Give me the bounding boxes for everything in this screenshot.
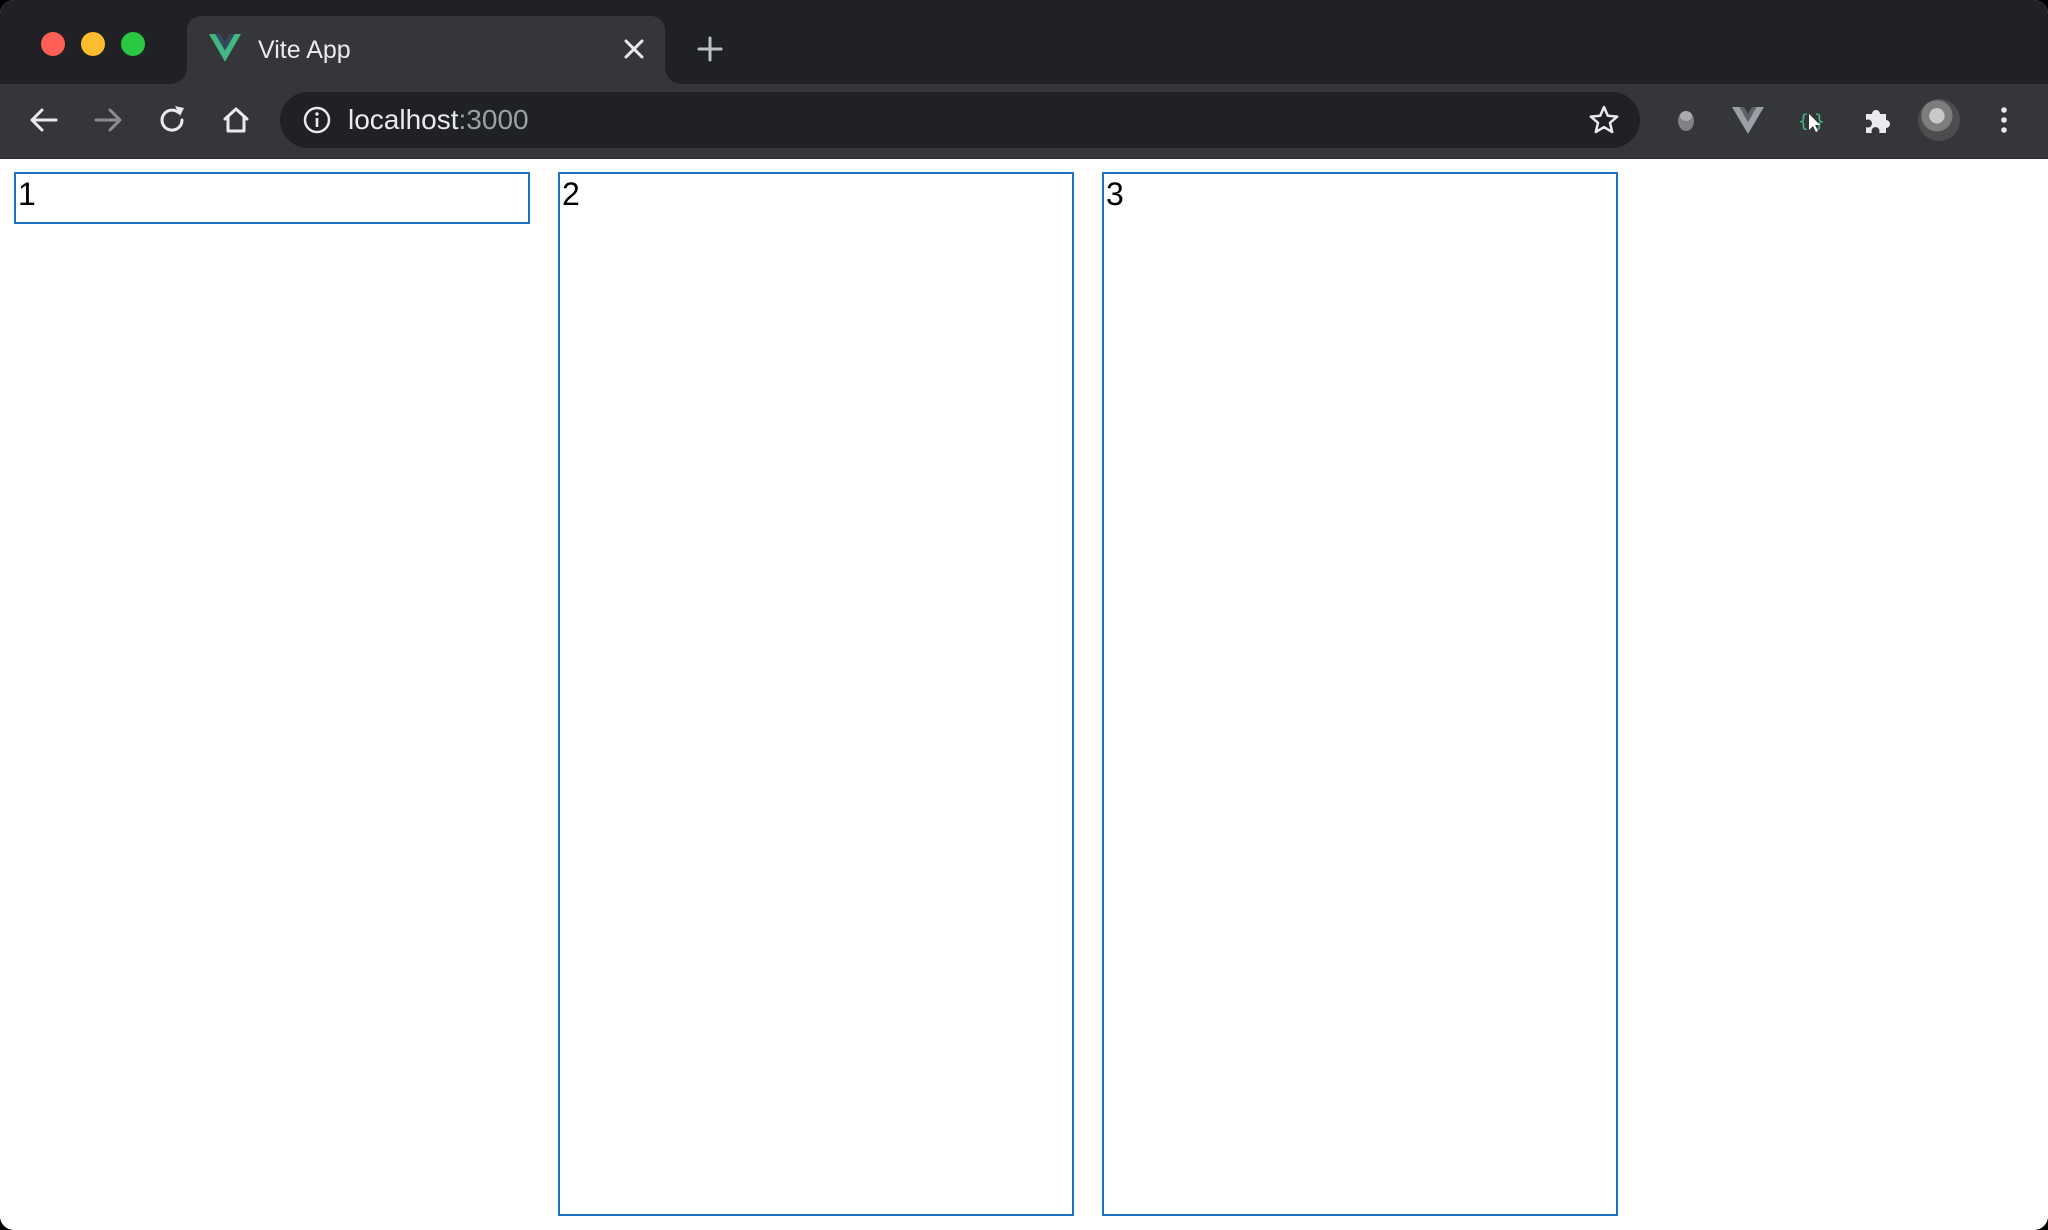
profile-avatar[interactable] bbox=[1918, 99, 1960, 141]
box-3: 3 bbox=[1102, 172, 1618, 1216]
tab-title: Vite App bbox=[258, 36, 351, 64]
close-window-button[interactable] bbox=[41, 32, 65, 56]
url-port: :3000 bbox=[458, 104, 529, 135]
maximize-window-button[interactable] bbox=[121, 32, 145, 56]
box-label: 1 bbox=[18, 176, 36, 212]
reload-icon[interactable] bbox=[154, 102, 190, 138]
browser-toolbar: localhost:3000 { } bbox=[0, 84, 2048, 159]
browser-window: Vite App localhost:3000 {} 1 2 3 bbox=[0, 0, 2048, 1230]
box-2: 2 bbox=[558, 172, 1074, 1216]
box-1: 1 bbox=[14, 172, 530, 224]
vue-logo-icon bbox=[209, 34, 241, 62]
tab-strip: Vite App bbox=[0, 0, 2048, 84]
tab-vite-app[interactable]: Vite App bbox=[171, 16, 681, 84]
ghost-extension-icon[interactable] bbox=[1668, 102, 1704, 138]
json-picker-icon[interactable]: { } bbox=[1794, 102, 1830, 138]
url-text[interactable]: localhost:3000 bbox=[348, 103, 529, 137]
box-label: 2 bbox=[562, 176, 580, 212]
puzzle-icon[interactable] bbox=[1858, 102, 1894, 138]
home-icon[interactable] bbox=[218, 102, 254, 138]
forward-arrow-icon[interactable] bbox=[90, 102, 126, 138]
site-info-icon[interactable] bbox=[302, 105, 332, 135]
minimize-window-button[interactable] bbox=[81, 32, 105, 56]
bookmark-star-icon[interactable] bbox=[1588, 104, 1620, 136]
close-tab-icon[interactable] bbox=[621, 36, 647, 62]
page-content: 1 2 3 bbox=[0, 159, 2048, 1230]
svg-text:{: { bbox=[1798, 111, 1809, 132]
back-arrow-icon[interactable] bbox=[26, 102, 62, 138]
box-label: 3 bbox=[1106, 176, 1124, 212]
url-host: localhost bbox=[348, 104, 459, 135]
more-menu-icon[interactable] bbox=[1986, 102, 2022, 138]
vue-devtools-icon[interactable] bbox=[1730, 102, 1766, 138]
new-tab-icon[interactable] bbox=[694, 33, 726, 65]
address-bar[interactable]: localhost:3000 bbox=[280, 92, 1640, 148]
